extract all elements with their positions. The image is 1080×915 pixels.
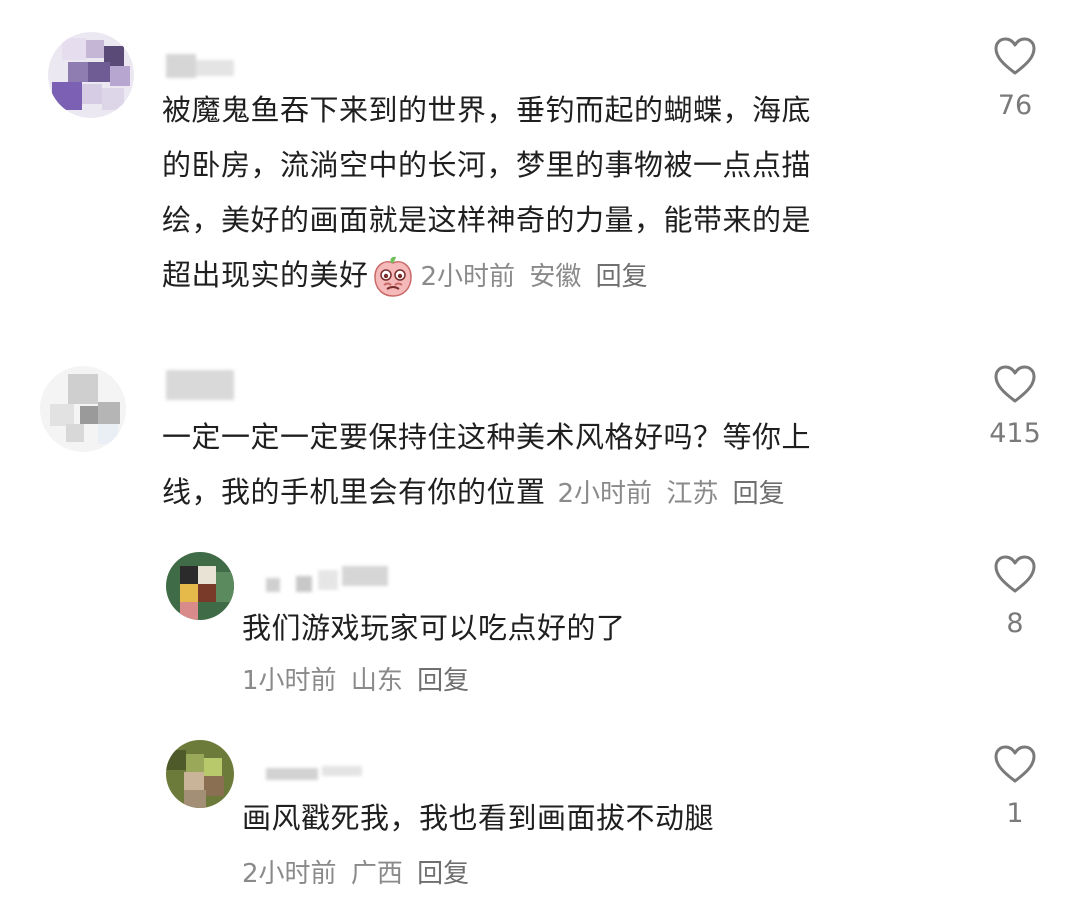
comment-line: 的卧房，流淌空中的长河，梦里的事物被一点点描 [162,148,812,182]
username-blurred[interactable] [166,370,234,400]
comment-text: 画风戳死我，我也看到画面拔不动腿 2小时前 广西 回复 [242,791,942,902]
comment-line: 画风戳死我，我也看到画面拔不动腿 [242,801,715,835]
comment-time: 2小时前 [242,859,337,889]
username-blurred[interactable] [166,48,234,78]
comment-location: 安徽 [529,262,582,292]
like-button[interactable]: 1 [980,744,1050,829]
comment-time: 2小时前 [420,262,516,292]
comment-location: 山东 [350,666,403,696]
avatar[interactable] [166,552,234,620]
comment-line: 线，我的手机里会有你的位置 [162,475,546,509]
reply-button[interactable]: 回复 [733,479,785,509]
reply-button[interactable]: 回复 [417,859,469,889]
comment-time: 2小时前 [557,479,653,509]
comment-text: 一定一定一定要保持住这种美术风格好吗？等你上 线，我的手机里会有你的位置 2小时前… [162,410,952,522]
heart-outline-icon [994,37,1036,75]
avatar[interactable] [166,740,234,808]
crying-peach-emoji-icon [373,256,412,297]
comment-location: 江苏 [666,479,719,509]
comment-line: 一定一定一定要保持住这种美术风格好吗？等你上 [162,420,812,454]
like-count: 415 [989,418,1041,449]
avatar[interactable] [48,32,134,118]
comment-time: 1小时前 [242,666,337,696]
comment-location: 广西 [350,859,403,889]
reply-button[interactable]: 回复 [417,666,469,696]
comment-line: 我们游戏玩家可以吃点好的了 [242,611,626,645]
comment-line: 超出现实的美好 [162,258,369,292]
like-button[interactable]: 8 [980,554,1050,639]
like-count: 76 [997,90,1033,121]
heart-outline-icon [994,555,1036,593]
comment-text: 被魔鬼鱼吞下来到的世界，垂钓而起的蝴蝶，海底 的卧房，流淌空中的长河，梦里的事物… [162,83,952,305]
comment-text: 我们游戏玩家可以吃点好的了 1小时前 山东 回复 [242,601,942,706]
reply-button[interactable]: 回复 [596,262,648,292]
like-count: 8 [1006,608,1024,639]
like-count: 1 [1006,798,1024,829]
comment-line: 被魔鬼鱼吞下来到的世界，垂钓而起的蝴蝶，海底 [162,93,812,127]
heart-outline-icon [994,365,1036,403]
username-blurred[interactable] [266,566,388,592]
comment-line: 绘，美好的画面就是这样神奇的力量，能带来的是 [162,203,812,237]
like-button[interactable]: 76 [980,36,1050,121]
heart-outline-icon [994,745,1036,783]
like-button[interactable]: 415 [980,364,1050,449]
avatar[interactable] [40,366,126,452]
username-blurred[interactable] [266,764,362,780]
